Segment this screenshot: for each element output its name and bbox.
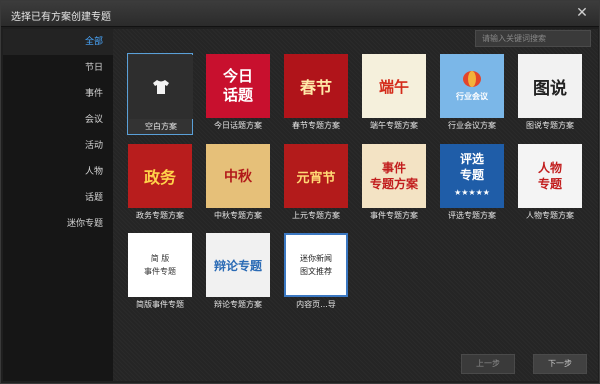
template-selection[interactable]: 评选 专题 ★★★★★ 评选专题方案 [439, 143, 505, 225]
thumbnail-text: 端午 [378, 77, 409, 96]
balloon-icon [463, 70, 481, 87]
template-government[interactable]: 政务 政务专题方案 [127, 143, 193, 225]
title-bar: 选择已有方案创建专题 ✕ [1, 1, 599, 27]
prev-step-button[interactable]: 上一步 [461, 354, 515, 374]
sidebar-item-all[interactable]: 全部 [3, 29, 113, 55]
template-thumbnail: 迷你新闻 图文推荐 [284, 233, 348, 297]
template-thumbnail: 图说 [518, 54, 582, 118]
thumbnail-text: 行业会议 [456, 91, 488, 101]
template-label: 今日话题方案 [214, 121, 262, 130]
template-event[interactable]: 事件 专题方案 事件专题方案 [361, 143, 427, 225]
dialog-title: 选择已有方案创建专题 [11, 12, 111, 23]
shirt-icon [153, 80, 169, 94]
sidebar-item-topic[interactable]: 话题 [3, 185, 113, 211]
template-content-page[interactable]: 迷你新闻 图文推荐 内容页...导 [283, 232, 349, 314]
sidebar-item-festival[interactable]: 节日 [3, 55, 113, 81]
template-label: 简版事件专题 [136, 300, 184, 309]
template-debate[interactable]: 辩论专题 辩论专题方案 [205, 232, 271, 314]
template-label: 事件专题方案 [370, 211, 418, 220]
template-thumbnail: 春节 [284, 54, 348, 118]
template-spring-festival[interactable]: 春节 春节专题方案 [283, 53, 349, 135]
thumbnail-text: 人物 专题 [537, 161, 562, 191]
template-picture-talk[interactable]: 图说 图说专题方案 [517, 53, 583, 135]
template-industry-meeting[interactable]: 行业会议 行业会议方案 [439, 53, 505, 135]
template-label: 评选专题方案 [448, 211, 496, 220]
template-label: 空白方案 [145, 122, 177, 131]
template-thumbnail: 中秋 [206, 144, 270, 208]
sidebar-item-activity[interactable]: 活动 [3, 133, 113, 159]
sidebar-item-person[interactable]: 人物 [3, 159, 113, 185]
sidebar-item-mini[interactable]: 迷你专题 [3, 211, 113, 237]
thumbnail-text: 迷你新闻 图文推荐 [300, 254, 332, 276]
thumbnail-text: 评选 专题 [459, 152, 484, 182]
template-blank[interactable]: 空白方案 [127, 53, 193, 135]
template-label: 图说专题方案 [526, 121, 574, 130]
thumbnail-text: 今日 话题 [222, 67, 253, 104]
search-input[interactable] [475, 30, 591, 47]
template-label: 政务专题方案 [136, 211, 184, 220]
template-label: 人物专题方案 [526, 211, 574, 220]
category-sidebar: 全部 节日 事件 会议 活动 人物 话题 迷你专题 [3, 29, 113, 381]
template-thumbnail: 人物 专题 [518, 144, 582, 208]
template-thumbnail: 今日 话题 [206, 54, 270, 118]
template-thumbnail: 辩论专题 [206, 233, 270, 297]
thumbnail-text: 事件 专题方案 [369, 161, 418, 191]
template-thumbnail [129, 55, 193, 119]
template-label: 中秋专题方案 [214, 211, 262, 220]
star-rating-icon: ★★★★★ [454, 188, 490, 197]
template-brief-event[interactable]: 简 版 事件专题 简版事件专题 [127, 232, 193, 314]
template-mid-autumn[interactable]: 中秋 中秋专题方案 [205, 143, 271, 225]
template-grid: 空白方案 今日 话题 今日话题方案 春节 春节专题方案 端午 端午专题方案 [113, 29, 598, 381]
dialog-window: 选择已有方案创建专题 ✕ 全部 节日 事件 会议 活动 人物 话题 迷你专题 空… [0, 0, 600, 384]
template-label: 行业会议方案 [448, 121, 496, 130]
thumbnail-text: 辩论专题 [213, 258, 262, 273]
template-thumbnail: 事件 专题方案 [362, 144, 426, 208]
sidebar-item-meeting[interactable]: 会议 [3, 107, 113, 133]
close-icon[interactable]: ✕ [575, 6, 589, 20]
template-thumbnail: 元宵节 [284, 144, 348, 208]
template-thumbnail: 评选 专题 ★★★★★ [440, 144, 504, 208]
template-thumbnail: 行业会议 [440, 54, 504, 118]
thumbnail-text: 图说 [533, 78, 567, 99]
template-label: 辩论专题方案 [214, 300, 262, 309]
thumbnail-text: 元宵节 [296, 170, 336, 186]
template-person[interactable]: 人物 专题 人物专题方案 [517, 143, 583, 225]
sidebar-item-event[interactable]: 事件 [3, 81, 113, 107]
template-thumbnail: 政务 [128, 144, 192, 208]
thumbnail-text: 中秋 [224, 169, 252, 185]
next-step-button[interactable]: 下一步 [533, 354, 587, 374]
template-daily-topic[interactable]: 今日 话题 今日话题方案 [205, 53, 271, 135]
template-thumbnail: 端午 [362, 54, 426, 118]
template-label: 端午专题方案 [370, 121, 418, 130]
thumbnail-text: 春节 [299, 78, 332, 97]
template-thumbnail: 简 版 事件专题 [128, 233, 192, 297]
thumbnail-text: 简 版 事件专题 [144, 254, 176, 276]
template-dragon-boat[interactable]: 端午 端午专题方案 [361, 53, 427, 135]
template-lantern-festival[interactable]: 元宵节 上元专题方案 [283, 143, 349, 225]
template-label: 上元专题方案 [292, 211, 340, 220]
template-label: 内容页...导 [296, 300, 336, 309]
thumbnail-text: 政务 [143, 168, 176, 187]
template-label: 春节专题方案 [292, 121, 340, 130]
